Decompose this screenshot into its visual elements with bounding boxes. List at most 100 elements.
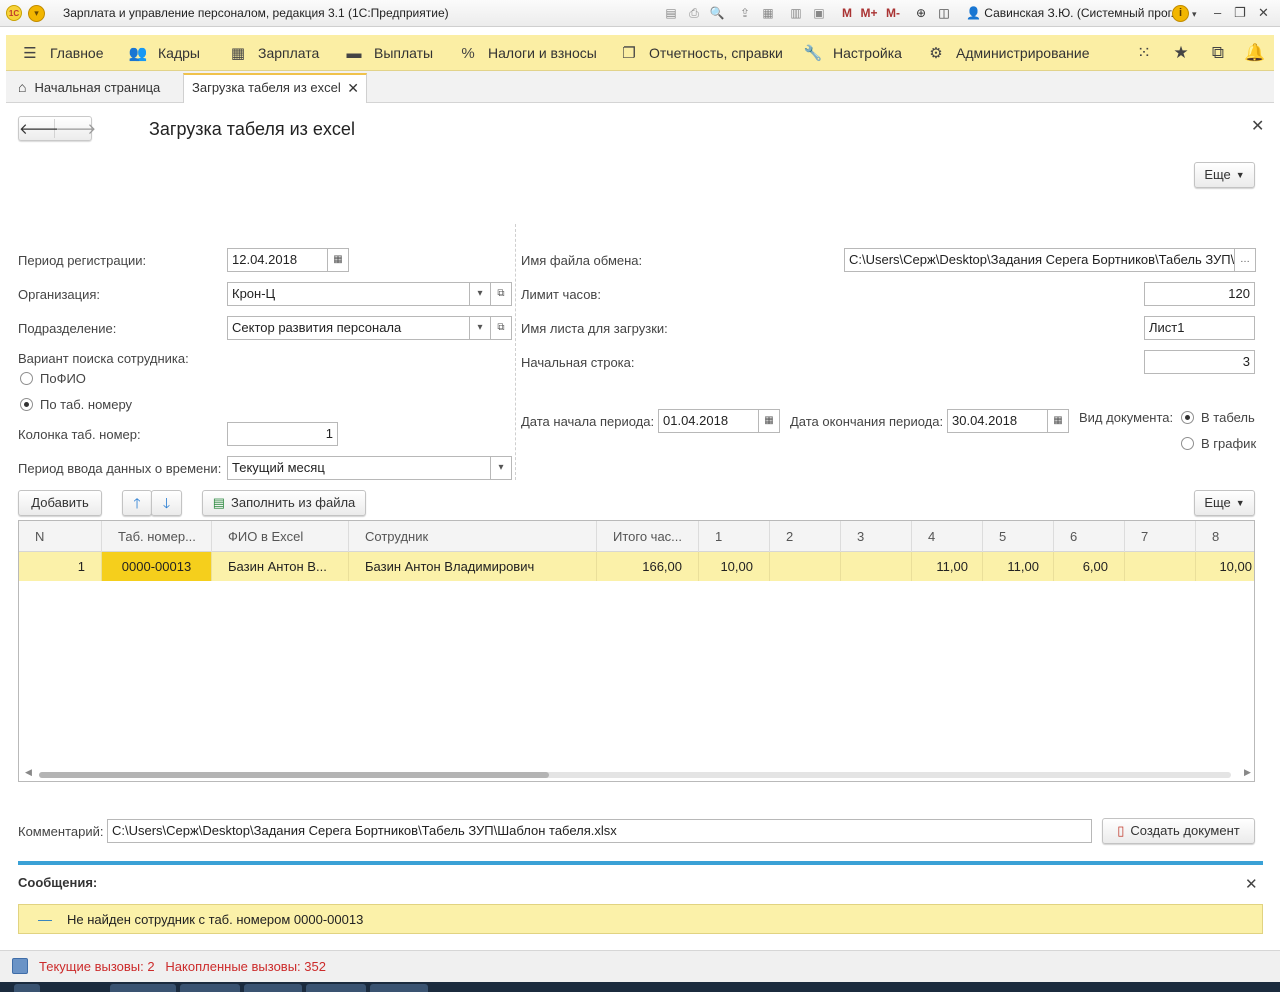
radio-search-fio[interactable] xyxy=(20,372,33,385)
column-header[interactable]: 7 xyxy=(1125,521,1196,552)
tab-load-timesheet[interactable]: Загрузка табеля из excel ✕ xyxy=(183,73,367,103)
taskbar-item[interactable] xyxy=(370,984,428,992)
column-header[interactable]: 1 xyxy=(699,521,770,552)
cell-day-5[interactable]: 11,00 xyxy=(983,552,1054,581)
info-icon[interactable]: i xyxy=(1172,5,1189,22)
browse-ellipsis-icon[interactable]: … xyxy=(1234,248,1256,272)
column-header[interactable]: ФИО в Excel xyxy=(212,521,349,552)
preview-icon[interactable]: 🔍 xyxy=(708,4,726,22)
user-name[interactable]: 👤 Савинская З.Ю. (Системный прог... xyxy=(966,6,1181,20)
save-icon[interactable]: ▤ xyxy=(662,4,680,22)
menu-item-main[interactable]: ☰ Главное xyxy=(20,35,103,71)
cell-n[interactable]: 1 xyxy=(19,552,102,581)
add-button[interactable]: Добавить xyxy=(18,490,102,516)
calendar-icon[interactable]: ▦ xyxy=(758,409,780,433)
sheet-name-input[interactable]: Лист1 xyxy=(1144,316,1255,340)
panels-icon[interactable]: ◫ xyxy=(935,4,953,22)
m-minus-button[interactable]: M- xyxy=(884,4,902,22)
cell-total[interactable]: 166,00 xyxy=(597,552,699,581)
exchange-file-input[interactable]: C:\Users\Серж\Desktop\Задания Серега Бор… xyxy=(844,248,1235,272)
close-tab-icon[interactable]: ✕ xyxy=(347,75,359,101)
period-end-input[interactable]: 30.04.2018 xyxy=(947,409,1048,433)
column-header[interactable]: Итого час... xyxy=(597,521,699,552)
tab-home[interactable]: ⌂ Начальная страница xyxy=(6,71,160,103)
cell-day-7[interactable] xyxy=(1125,552,1196,581)
cell-day-2[interactable] xyxy=(770,552,841,581)
menu-item-settings[interactable]: 🔧 Настройка xyxy=(803,35,902,71)
column-header[interactable]: 8 xyxy=(1196,521,1254,552)
cell-day-3[interactable] xyxy=(841,552,912,581)
hours-limit-input[interactable]: 120 xyxy=(1144,282,1255,306)
move-up-arrow-icon[interactable]: 🡑 xyxy=(122,490,152,516)
print-icon[interactable]: ⎙ xyxy=(685,4,703,22)
chevron-down-icon[interactable]: ▾ xyxy=(469,316,491,340)
scroll-thumb[interactable] xyxy=(39,772,549,778)
calendar-icon[interactable]: ▣ xyxy=(810,4,828,22)
menu-item-payments[interactable]: ▬ Выплаты xyxy=(344,35,434,71)
zoom-icon[interactable]: ⊕ xyxy=(912,4,930,22)
back-arrow-icon[interactable]: 🡐 xyxy=(19,119,59,138)
menu-item-staff[interactable]: 👥 Кадры xyxy=(128,35,200,71)
notifications-bell-icon[interactable]: 🔔 xyxy=(1243,35,1267,71)
upload-icon[interactable]: ⇪ xyxy=(736,4,754,22)
column-header[interactable]: 2 xyxy=(770,521,841,552)
forward-arrow-icon[interactable]: 🡒 xyxy=(56,119,96,138)
menu-item-reports[interactable]: ❐ Отчетность, справки xyxy=(619,35,783,71)
input-period-select[interactable]: Текущий месяц xyxy=(227,456,491,480)
history-icon[interactable]: ⧉ xyxy=(1206,35,1230,71)
radio-doctype-schedule[interactable] xyxy=(1181,437,1194,450)
scroll-left-icon[interactable]: ◀ xyxy=(25,767,32,778)
close-window-icon[interactable]: ✕ xyxy=(1258,5,1269,21)
cell-day-4[interactable]: 11,00 xyxy=(912,552,983,581)
message-item[interactable]: — Не найден сотрудник с таб. номером 000… xyxy=(18,904,1263,934)
column-header[interactable]: 3 xyxy=(841,521,912,552)
calculator-icon[interactable]: ▥ xyxy=(787,4,805,22)
open-icon[interactable]: ⧉ xyxy=(490,316,512,340)
cell-fio-excel[interactable]: Базин Антон В... xyxy=(212,552,349,581)
cell-day-6[interactable]: 6,00 xyxy=(1054,552,1125,581)
column-header[interactable]: 5 xyxy=(983,521,1054,552)
timesheet-table[interactable]: N Таб. номер... ФИО в Excel Сотрудник Ит… xyxy=(18,520,1255,782)
column-header[interactable]: N xyxy=(19,521,102,552)
favorites-star-icon[interactable]: ★ xyxy=(1169,35,1193,71)
organization-input[interactable]: Крон-Ц xyxy=(227,282,470,306)
chevron-down-icon[interactable]: ▾ xyxy=(1192,9,1197,20)
comment-input[interactable]: C:\Users\Серж\Desktop\Задания Серега Бор… xyxy=(107,819,1092,843)
radio-search-tabnum[interactable] xyxy=(20,398,33,411)
m-button[interactable]: M xyxy=(838,4,856,22)
cell-day-1[interactable]: 10,00 xyxy=(699,552,770,581)
taskbar-item[interactable] xyxy=(244,984,302,992)
m-plus-button[interactable]: M+ xyxy=(860,4,878,22)
menu-item-admin[interactable]: ⚙ Администрирование xyxy=(926,35,1089,71)
apps-grid-icon[interactable]: ⁙ xyxy=(1132,35,1156,71)
table-row[interactable]: 1 0000-00013 Базин Антон В... Базин Анто… xyxy=(19,552,1254,581)
calendar-icon[interactable]: ▦ xyxy=(327,248,349,272)
scroll-right-icon[interactable]: ▶ xyxy=(1244,767,1251,778)
horizontal-scrollbar[interactable]: ◀ ▶ xyxy=(25,767,1251,779)
close-form-icon[interactable]: ✕ xyxy=(1251,116,1264,136)
cell-tab-number[interactable]: 0000-00013 xyxy=(102,552,212,581)
column-tabnum-input[interactable]: 1 xyxy=(227,422,338,446)
calendar-icon[interactable]: ▦ xyxy=(1047,409,1069,433)
menu-item-taxes[interactable]: % Налоги и взносы xyxy=(458,35,597,71)
menu-item-salary[interactable]: ▦ Зарплата xyxy=(228,35,319,71)
more-button-top[interactable]: Еще ▼ xyxy=(1194,162,1255,188)
cell-employee[interactable]: Базин Антон Владимирович xyxy=(349,552,597,581)
minimize-icon[interactable]: ‒ xyxy=(1214,5,1221,20)
cell-day-8[interactable]: 10,00 xyxy=(1196,552,1254,581)
fill-from-file-button[interactable]: ▤ Заполнить из файла xyxy=(202,490,366,516)
column-header[interactable]: Сотрудник xyxy=(349,521,597,552)
more-button-table[interactable]: Еще ▼ xyxy=(1194,490,1255,516)
taskbar-item[interactable] xyxy=(14,984,40,992)
department-input[interactable]: Сектор развития персонала xyxy=(227,316,470,340)
taskbar-item[interactable] xyxy=(306,984,366,992)
print-doc-icon[interactable]: ▦ xyxy=(759,4,777,22)
column-header[interactable]: 4 xyxy=(912,521,983,552)
move-down-arrow-icon[interactable]: 🡓 xyxy=(151,490,182,516)
restore-icon[interactable]: ❐ xyxy=(1234,5,1246,21)
radio-doctype-timesheet[interactable] xyxy=(1181,411,1194,424)
column-header[interactable]: 6 xyxy=(1054,521,1125,552)
taskbar-item[interactable] xyxy=(110,984,176,992)
taskbar-item[interactable] xyxy=(180,984,240,992)
start-row-input[interactable]: 3 xyxy=(1144,350,1255,374)
